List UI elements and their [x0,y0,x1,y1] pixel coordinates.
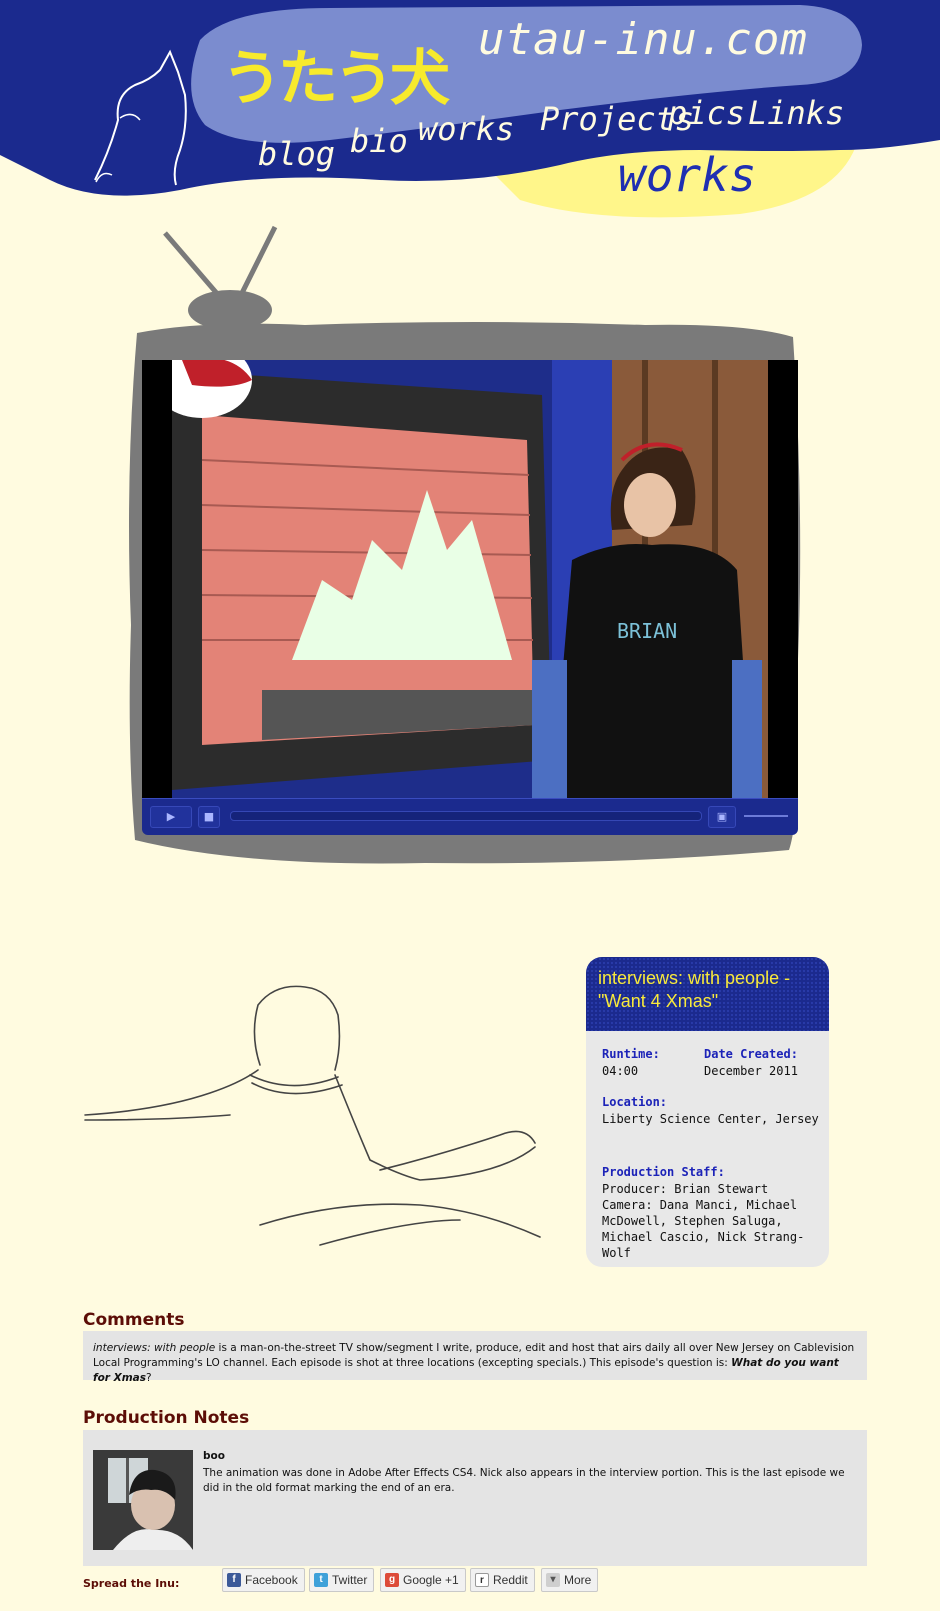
comments-heading: Comments [83,1310,185,1330]
share-twitter-label: Twitter [332,1573,368,1587]
facebook-icon: f [227,1573,241,1587]
share-more-label: More [564,1573,592,1587]
nav-links[interactable]: Links [748,94,844,132]
comments-box: interviews: with people is a man-on-the-… [83,1331,867,1384]
notes-heading: Production Notes [83,1408,250,1428]
share-reddit-button[interactable]: r Reddit [470,1568,535,1592]
show-name: interviews: with people [93,1342,216,1354]
notes-box: boo The animation was done in Adobe Afte… [83,1430,867,1566]
share-facebook-button[interactable]: f Facebook [222,1568,305,1592]
staff-camera: Camera: Dana Manci, Michael McDowell, St… [602,1198,805,1260]
section-title: works [618,148,757,202]
player-controls: ▶ ■ ▣ [142,798,798,835]
note-author: boo [203,1450,225,1462]
date-label: Date Created: [704,1047,798,1061]
site-title-japanese: うたう犬 [222,44,450,114]
volume-slider[interactable] [744,815,788,817]
location-label: Location: [602,1095,668,1109]
nav-blog[interactable]: blog [258,135,335,173]
author-avatar [93,1450,193,1550]
share-label: Spread the Inu: [83,1577,180,1590]
play-button[interactable]: ▶ [150,806,192,828]
comment-body: interviews: with people is a man-on-the-… [93,1341,858,1386]
stop-icon: ■ [203,810,215,823]
share-reddit-label: Reddit [493,1573,528,1587]
note-text: The animation was done in Adobe After Ef… [203,1467,845,1494]
nav-bio[interactable]: bio [350,122,408,160]
share-facebook-label: Facebook [245,1573,298,1587]
video-title: interviews: with people - "Want 4 Xmas" [598,968,791,1011]
comment-tail: ? [146,1372,152,1384]
more-icon: ▾ [546,1573,560,1587]
video-still: BRIAN [172,360,768,798]
staff-label: Production Staff: [602,1165,725,1179]
play-icon: ▶ [166,810,176,823]
shirt-text: BRIAN [617,619,677,643]
info-card-header: interviews: with people - "Want 4 Xmas" [586,957,829,1031]
fullscreen-button[interactable]: ▣ [708,806,736,828]
staff-producer: Producer: Brian Stewart [602,1182,769,1196]
video-info-card: interviews: with people - "Want 4 Xmas" … [586,957,829,1267]
site-title: utau-inu.com [478,14,808,65]
nav-works[interactable]: works [418,110,514,148]
share-google-label: Google +1 [403,1573,459,1587]
runtime-value: 04:00 [602,1064,639,1078]
twitter-icon: t [314,1573,328,1587]
runtime-label: Runtime: [602,1047,660,1061]
progress-bar[interactable] [230,811,702,821]
nav-pics[interactable]: pics [668,94,745,132]
reddit-icon: r [475,1573,489,1587]
share-more-button[interactable]: ▾ More [541,1568,599,1592]
fullscreen-icon: ▣ [716,810,728,823]
dog-sketch-illustration [84,985,541,1246]
share-google-button[interactable]: g Google +1 [380,1568,466,1592]
share-twitter-button[interactable]: t Twitter [309,1568,375,1592]
location-value: Liberty Science Center, Jersey Garden [602,1112,824,1126]
site-header: うたう犬 utau-inu.com blog bio works Project… [0,0,940,230]
video-frame[interactable]: BRIAN [142,360,798,798]
google-plus-icon: g [385,1573,399,1587]
date-value: December 2011 [704,1064,798,1078]
stop-button[interactable]: ■ [198,806,220,828]
